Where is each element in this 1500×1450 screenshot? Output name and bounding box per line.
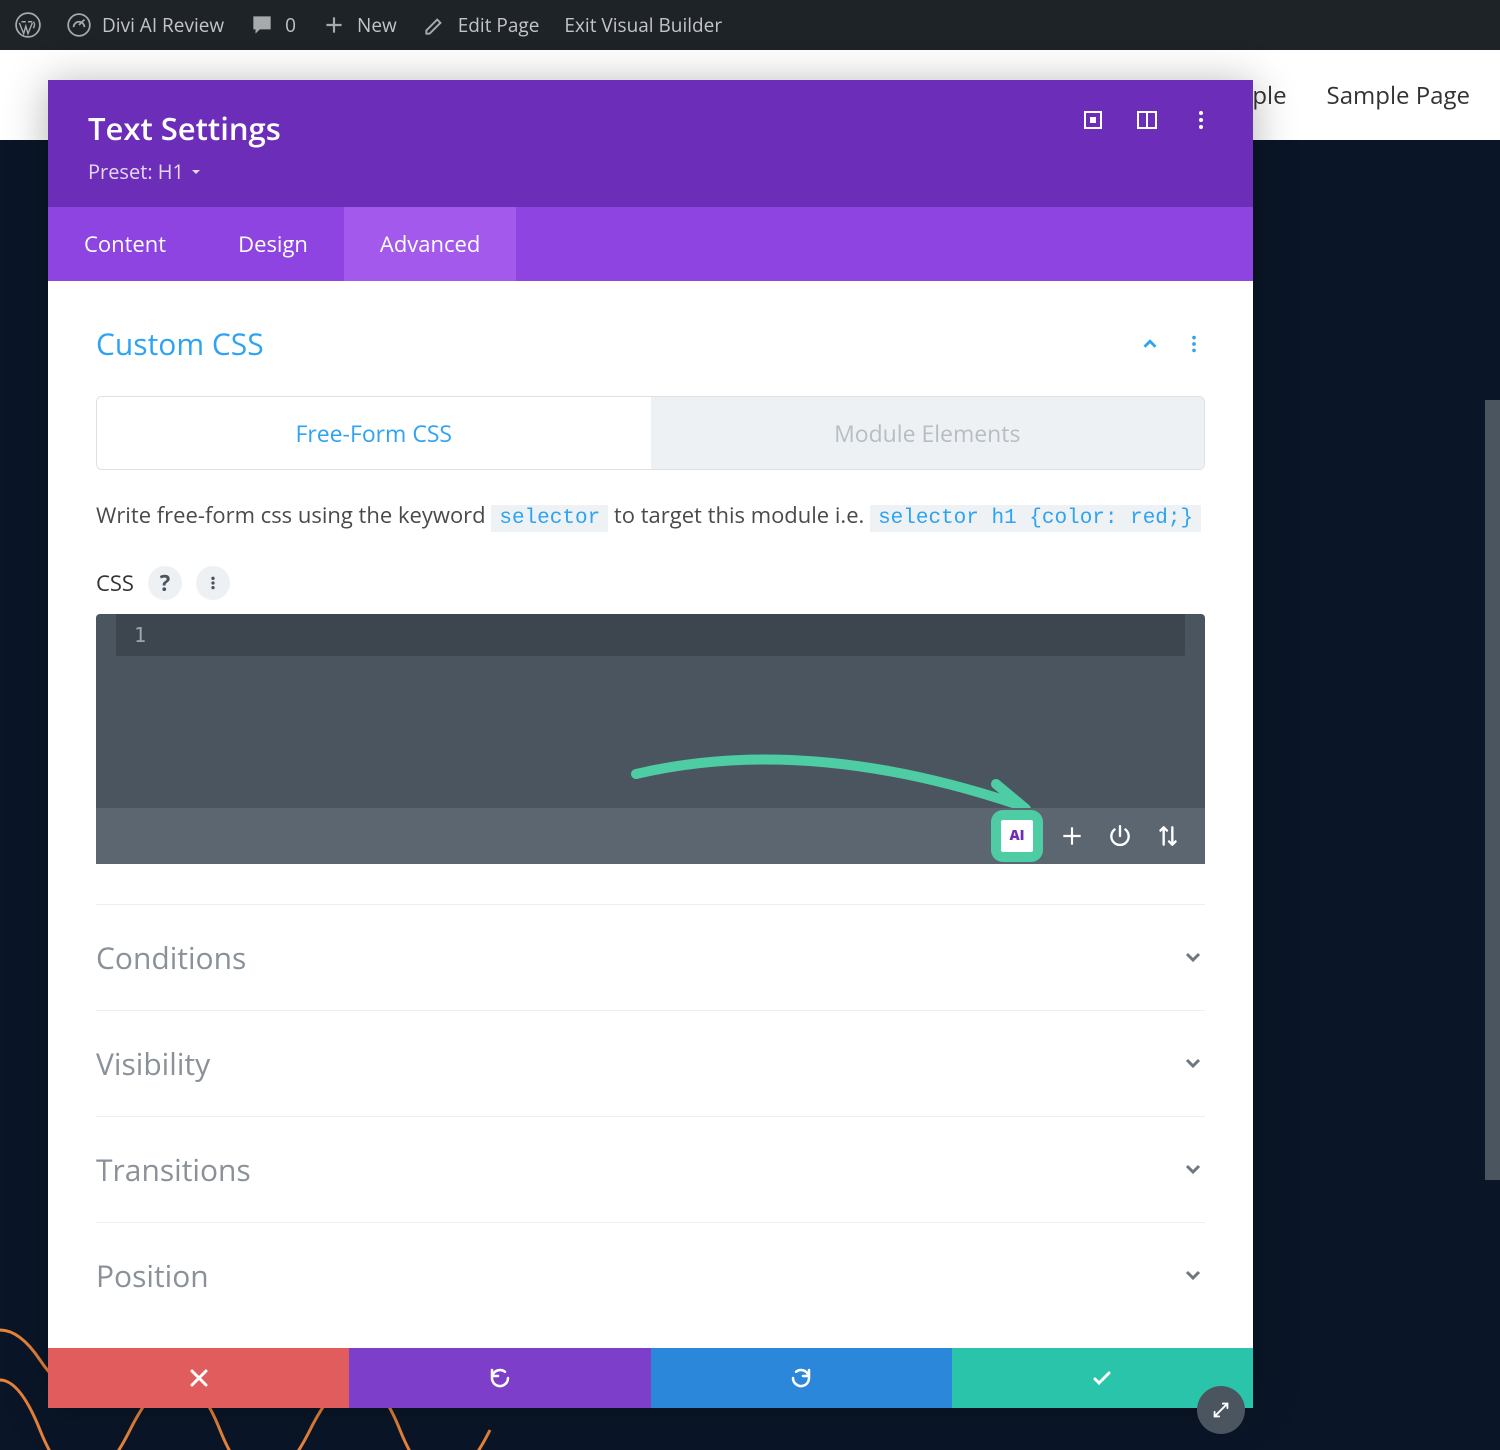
scrollbar-track[interactable]: [1485, 400, 1500, 1180]
css-label: CSS: [96, 568, 134, 598]
site-name-link[interactable]: Divi AI Review: [66, 12, 224, 38]
plus-icon: [321, 12, 347, 38]
conditions-title: Conditions: [96, 937, 246, 978]
css-label-row: CSS ?: [96, 566, 1205, 600]
kebab-icon: [205, 575, 221, 591]
wp-logo[interactable]: [15, 12, 41, 38]
power-icon[interactable]: [1107, 823, 1133, 849]
edit-page-label: Edit Page: [458, 12, 540, 38]
modal-body: Custom CSS Free-Form CSS Module Elements…: [48, 281, 1253, 1348]
check-icon: [1090, 1366, 1114, 1390]
section-visibility[interactable]: Visibility: [96, 1010, 1205, 1116]
undo-button[interactable]: [349, 1348, 650, 1408]
comment-icon: [249, 12, 275, 38]
transitions-title: Transitions: [96, 1149, 251, 1190]
chevron-down-icon: [1181, 1157, 1205, 1181]
code-toolbar: AI: [96, 808, 1205, 864]
css-options-button[interactable]: [196, 566, 230, 600]
site-name: Divi AI Review: [102, 12, 224, 38]
wordpress-icon: [15, 12, 41, 38]
modal-header: Text Settings Preset: H1: [48, 80, 1253, 207]
edit-page-link[interactable]: Edit Page: [422, 12, 540, 38]
css-helper-text: Write free-form css using the keyword se…: [96, 498, 1205, 536]
ai-label: AI: [1009, 826, 1024, 845]
plus-icon[interactable]: [1059, 823, 1085, 849]
css-subtabs: Free-Form CSS Module Elements: [96, 396, 1205, 470]
new-link[interactable]: New: [321, 12, 397, 38]
nav-link-sample[interactable]: Sample Page: [1327, 79, 1470, 112]
chevron-down-icon: [1181, 945, 1205, 969]
text-settings-modal: Text Settings Preset: H1 Content Design …: [48, 80, 1253, 1408]
dark-background-strip: [1240, 140, 1500, 1190]
code-line-1: 1: [116, 614, 1185, 656]
helper-code-selector: selector: [491, 505, 608, 532]
exit-builder-label: Exit Visual Builder: [564, 12, 722, 38]
modal-footer: [48, 1348, 1253, 1408]
wp-admin-bar: Divi AI Review 0 New Edit Page Exit Visu…: [0, 0, 1500, 50]
nav-link-partial[interactable]: ple: [1252, 79, 1286, 112]
chevron-down-icon: [1181, 1263, 1205, 1287]
chevron-down-icon: [1181, 1051, 1205, 1075]
section-transitions[interactable]: Transitions: [96, 1116, 1205, 1222]
tab-content[interactable]: Content: [48, 207, 202, 281]
helper-prefix: Write free-form css using the keyword: [96, 500, 491, 530]
resize-handle[interactable]: [1197, 1386, 1245, 1434]
caret-down-icon: [190, 166, 202, 178]
pencil-icon: [422, 12, 448, 38]
responsive-icon[interactable]: [1081, 108, 1105, 132]
preset-dropdown[interactable]: Preset: H1: [88, 158, 281, 185]
dashboard-icon: [66, 12, 92, 38]
redo-icon: [789, 1366, 813, 1390]
preset-label: Preset: H1: [88, 158, 184, 185]
line-number: 1: [134, 623, 146, 647]
expand-icon: [1210, 1399, 1232, 1421]
css-code-editor[interactable]: 1 AI: [96, 614, 1205, 864]
position-title: Position: [96, 1255, 209, 1296]
comments-link[interactable]: 0: [249, 12, 296, 38]
comments-count: 0: [285, 12, 296, 38]
kebab-icon[interactable]: [1183, 333, 1205, 355]
redo-button[interactable]: [651, 1348, 952, 1408]
close-icon: [187, 1366, 211, 1390]
help-symbol: ?: [160, 568, 171, 598]
sort-arrows-icon[interactable]: [1155, 823, 1181, 849]
tab-advanced[interactable]: Advanced: [344, 207, 516, 281]
settings-tabs: Content Design Advanced: [48, 207, 1253, 281]
kebab-icon[interactable]: [1189, 108, 1213, 132]
undo-icon: [488, 1366, 512, 1390]
cancel-button[interactable]: [48, 1348, 349, 1408]
exit-builder-link[interactable]: Exit Visual Builder: [564, 12, 722, 38]
modal-title: Text Settings: [88, 108, 281, 150]
columns-icon[interactable]: [1135, 108, 1159, 132]
tab-free-form-css[interactable]: Free-Form CSS: [97, 397, 651, 469]
helper-middle: to target this module i.e.: [614, 500, 870, 530]
ai-button[interactable]: AI: [997, 816, 1037, 856]
tab-design[interactable]: Design: [202, 207, 344, 281]
visibility-title: Visibility: [96, 1043, 210, 1084]
new-label: New: [357, 12, 397, 38]
section-custom-css-head[interactable]: Custom CSS: [96, 311, 1205, 376]
section-position[interactable]: Position: [96, 1222, 1205, 1328]
chevron-up-icon[interactable]: [1139, 333, 1161, 355]
tab-module-elements[interactable]: Module Elements: [651, 397, 1205, 469]
custom-css-title: Custom CSS: [96, 323, 264, 364]
help-button[interactable]: ?: [148, 566, 182, 600]
helper-code-example: selector h1 {color: red;}: [870, 505, 1201, 532]
section-conditions[interactable]: Conditions: [96, 904, 1205, 1010]
